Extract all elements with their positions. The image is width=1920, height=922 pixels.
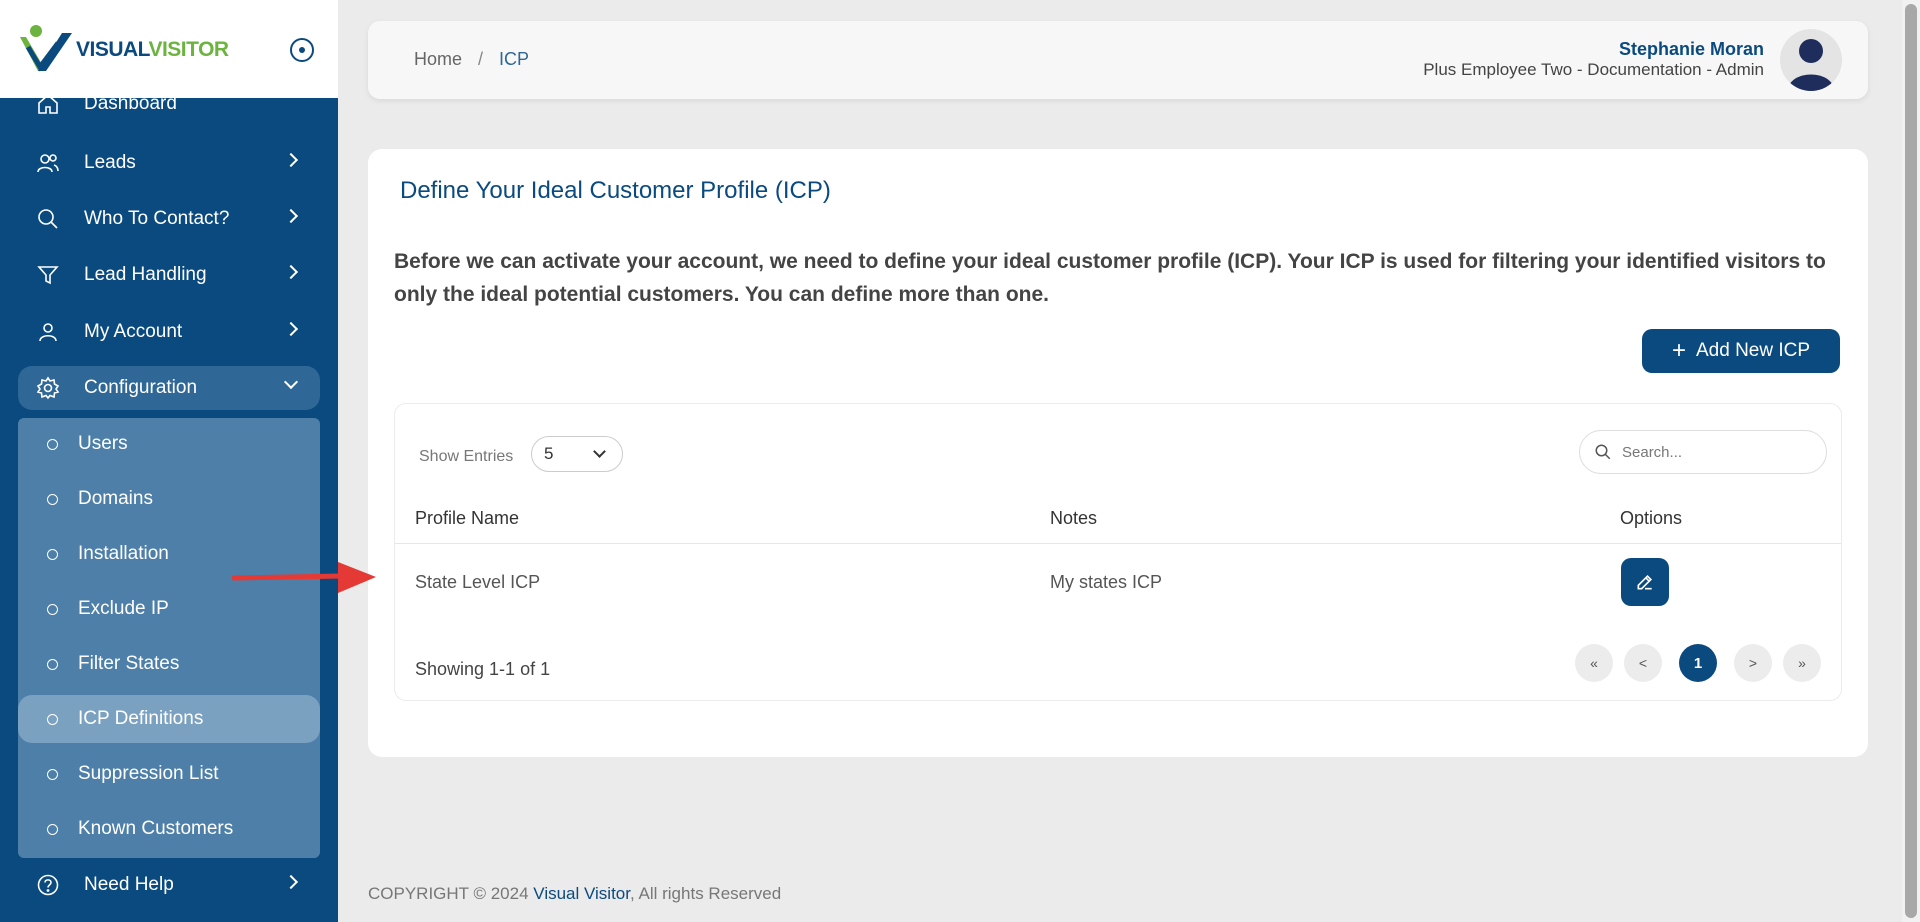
search-icon	[1595, 444, 1611, 460]
showing-count: Showing 1-1 of 1	[415, 659, 551, 679]
bullet-icon	[47, 658, 58, 670]
table-cell-notes: My states ICP	[1050, 572, 1163, 592]
bullet-icon	[47, 713, 58, 725]
footer-suffix: , All rights Reserved	[630, 884, 782, 903]
search-box	[1579, 430, 1827, 474]
sidebar-item-who-to-contact[interactable]: Who To Contact?	[18, 197, 320, 241]
help-icon	[36, 873, 60, 897]
submenu-item-label: ICP Definitions	[78, 708, 204, 729]
avatar[interactable]	[1780, 29, 1842, 91]
sidebar-item-dashboard[interactable]: Dashboard	[18, 82, 320, 126]
sidebar-item-label: My Account	[84, 321, 183, 342]
configuration-submenu: Users Domains Installation Exclude IP Fi…	[18, 418, 320, 858]
edit-icp-button[interactable]	[1621, 558, 1669, 606]
submenu-item-label: Installation	[78, 543, 169, 564]
submenu-item-icp-definitions[interactable]: ICP Definitions	[18, 695, 320, 743]
breadcrumb-home-link[interactable]: Home	[414, 49, 462, 70]
sidebar-item-my-account[interactable]: My Account	[18, 310, 320, 354]
chevron-right-icon	[283, 208, 299, 224]
logo[interactable]: VISUALVISITOR	[18, 22, 229, 78]
top-header: Home / ICP Stephanie Moran Plus Employee…	[368, 21, 1868, 99]
table-divider	[395, 543, 1841, 544]
sidebar-item-configuration[interactable]: Configuration	[18, 366, 320, 410]
pagination-first[interactable]: «	[1575, 644, 1613, 682]
sidebar-item-label: Configuration	[84, 377, 198, 398]
bullet-icon	[47, 823, 58, 835]
search-input[interactable]	[1622, 443, 1802, 461]
footer-copyright: COPYRIGHT © 2024 Visual Visitor, All rig…	[368, 884, 781, 904]
chevron-right-icon	[283, 264, 299, 280]
submenu-item-label: Known Customers	[78, 818, 234, 839]
chevron-down-icon	[283, 374, 299, 390]
user-name: Stephanie Moran	[1618, 39, 1764, 59]
submenu-item-label: Users	[78, 433, 128, 454]
submenu-item-domains[interactable]: Domains	[18, 475, 320, 523]
sidebar-item-leads[interactable]: Leads	[18, 141, 320, 185]
submenu-item-label: Suppression List	[78, 763, 219, 784]
sidebar: VISUALVISITOR Dashboard Leads Who To Con…	[0, 0, 338, 922]
edit-icon	[1637, 574, 1653, 590]
bullet-icon	[47, 768, 58, 780]
plus-icon: +	[1671, 337, 1686, 364]
column-header-notes: Notes	[1050, 508, 1098, 528]
chevron-right-icon	[283, 874, 299, 890]
sidebar-item-lead-handling[interactable]: Lead Handling	[18, 253, 320, 297]
sidebar-item-label: Who To Contact?	[84, 208, 230, 229]
submenu-item-known-customers[interactable]: Known Customers	[18, 805, 320, 853]
chevron-right-icon	[283, 321, 299, 337]
footer-brand-link[interactable]: Visual Visitor	[533, 884, 630, 903]
icp-table: Show Entries 5 Profile Name Notes Option…	[394, 403, 1842, 701]
pagination-page-1[interactable]: 1	[1679, 644, 1717, 682]
chevron-down-icon	[593, 445, 606, 458]
users-icon	[36, 151, 60, 175]
user-icon	[36, 320, 60, 344]
icp-card: Define Your Ideal Customer Profile (ICP)…	[368, 149, 1868, 757]
table-cell-profile-name: State Level ICP	[415, 572, 541, 592]
pagination-next[interactable]: >	[1734, 644, 1772, 682]
footer-prefix: COPYRIGHT © 2024	[368, 884, 534, 903]
page-title: Define Your Ideal Customer Profile (ICP)	[400, 177, 831, 204]
gear-icon	[36, 376, 60, 400]
sidebar-item-label: Leads	[84, 152, 136, 173]
logo-mark-icon	[20, 25, 72, 72]
pagination-last[interactable]: »	[1783, 644, 1821, 682]
submenu-item-label: Filter States	[78, 653, 180, 674]
avatar-person-icon	[1788, 39, 1834, 91]
breadcrumb: Home / ICP	[414, 49, 529, 70]
breadcrumb-separator: /	[478, 49, 484, 69]
submenu-item-label: Domains	[78, 488, 153, 509]
home-icon	[36, 92, 60, 116]
search-icon	[36, 207, 60, 231]
bullet-icon	[47, 493, 58, 505]
entries-select[interactable]: 5	[531, 436, 623, 472]
bullet-icon	[47, 603, 58, 615]
submenu-item-filter-states[interactable]: Filter States	[18, 640, 320, 688]
entries-select-value: 5	[544, 444, 554, 463]
sidebar-item-label: Lead Handling	[84, 264, 207, 285]
column-header-profile-name: Profile Name	[415, 508, 520, 528]
bullet-icon	[47, 438, 58, 450]
bullet-icon	[47, 548, 58, 560]
annotation-arrow-icon	[232, 562, 376, 593]
sidebar-item-label: Dashboard	[84, 93, 177, 114]
logo-text: VISUALVISITOR	[76, 38, 229, 61]
submenu-item-users[interactable]: Users	[18, 420, 320, 468]
scrollbar-thumb[interactable]	[1905, 4, 1917, 918]
submenu-item-suppression-list[interactable]: Suppression List	[18, 750, 320, 798]
show-entries-label: Show Entries	[419, 448, 514, 465]
sidebar-item-need-help[interactable]: Need Help	[18, 863, 320, 907]
chevron-right-icon	[283, 152, 299, 168]
page-scrollbar[interactable]	[1902, 0, 1920, 922]
sidebar-collapse-button[interactable]	[290, 38, 314, 62]
add-new-icp-button[interactable]: + Add New ICP	[1642, 329, 1840, 373]
page-description: Before we can activate your account, we …	[394, 250, 1826, 306]
pagination-prev[interactable]: <	[1624, 644, 1662, 682]
user-role: Plus Employee Two - Documentation - Admi…	[1423, 60, 1764, 79]
sidebar-item-label: Need Help	[84, 874, 174, 895]
filter-icon	[36, 263, 60, 287]
breadcrumb-current: ICP	[499, 49, 530, 69]
column-header-options: Options	[1620, 508, 1683, 528]
submenu-item-label: Exclude IP	[78, 598, 169, 619]
add-new-icp-label: Add New ICP	[1695, 340, 1811, 361]
